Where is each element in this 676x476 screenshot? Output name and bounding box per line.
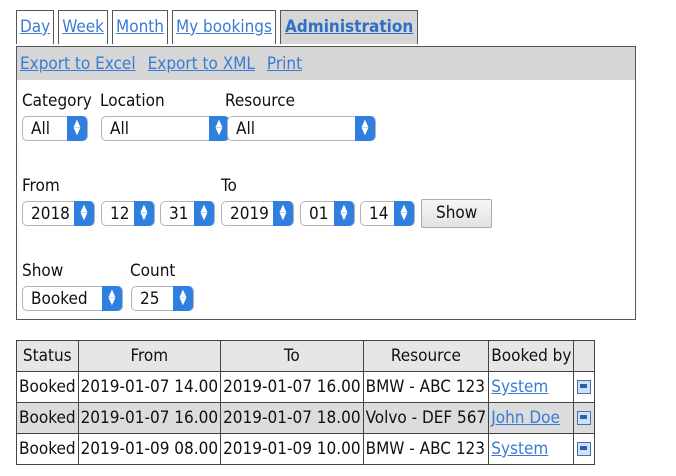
header-resource: Resource	[362, 340, 490, 372]
cell-to: 2019-01-09 10.00	[220, 433, 364, 465]
header-from: From	[77, 340, 222, 372]
location-label: Location	[100, 91, 165, 111]
filter-panel: Category Location Resource All ▲ ▼ All ▲ ▼…	[16, 80, 636, 320]
tab-day[interactable]: Day	[16, 10, 55, 44]
header-status: Status	[16, 340, 79, 372]
to-year-select[interactable]: 2019 ▲ ▼	[221, 201, 294, 226]
cell-from: 2019-01-07 14.00	[77, 371, 222, 403]
table-row: Booked 2019-01-07 14.00 2019-01-07 16.00…	[16, 371, 596, 403]
from-month-value: 12	[110, 204, 130, 224]
booked-by-link[interactable]: John Doe	[491, 408, 560, 428]
header-actions	[573, 340, 596, 372]
cell-status: Booked	[16, 371, 79, 403]
from-year-select[interactable]: 2018 ▲ ▼	[22, 201, 95, 226]
location-select[interactable]: All ▲ ▼	[101, 116, 230, 141]
export-excel-link[interactable]: Export to Excel	[20, 54, 136, 80]
to-month-value: 01	[309, 204, 329, 224]
from-label: From	[22, 176, 60, 196]
chevron-updown-icon: ▲ ▼	[394, 201, 414, 226]
tab-bar: Day Week Month My bookings Administratio…	[16, 10, 419, 44]
tab-my-bookings-link[interactable]: My bookings	[176, 17, 272, 37]
tab-day-link[interactable]: Day	[20, 17, 50, 37]
to-day-value: 14	[369, 204, 389, 224]
chevron-updown-icon: ▲ ▼	[273, 201, 293, 226]
cell-status: Booked	[16, 402, 79, 434]
chevron-updown-icon: ▲ ▼	[194, 201, 214, 226]
to-year-value: 2019	[230, 204, 269, 224]
header-booked-by: Booked by	[488, 340, 575, 372]
tab-my-bookings[interactable]: My bookings	[171, 10, 276, 44]
count-select[interactable]: 25 ▲ ▼	[131, 286, 194, 311]
tab-month[interactable]: Month	[112, 10, 168, 44]
cell-actions	[573, 402, 596, 434]
count-label: Count	[130, 261, 176, 281]
booked-by-link[interactable]: System	[491, 439, 548, 459]
to-label: To	[221, 176, 237, 196]
chevron-updown-icon: ▲ ▼	[134, 201, 154, 226]
show-select-value: Booked	[31, 289, 88, 309]
chevron-updown-icon: ▲ ▼	[67, 116, 87, 141]
chevron-updown-icon: ▲ ▼	[355, 116, 375, 141]
details-icon[interactable]	[577, 380, 592, 394]
show-select[interactable]: Booked ▲ ▼	[22, 286, 123, 311]
chevron-updown-icon: ▲ ▼	[74, 201, 94, 226]
cell-status: Booked	[16, 433, 79, 465]
from-year-value: 2018	[31, 204, 70, 224]
category-select-value: All	[31, 119, 50, 139]
from-day-select[interactable]: 31 ▲ ▼	[160, 201, 215, 226]
table-header-row: Status From To Resource Booked by	[16, 340, 596, 372]
show-button[interactable]: Show	[421, 199, 493, 228]
resource-label: Resource	[225, 91, 296, 111]
category-select[interactable]: All ▲ ▼	[22, 116, 88, 141]
resource-select-value: All	[236, 119, 255, 139]
tab-month-link[interactable]: Month	[116, 17, 164, 37]
chevron-updown-icon: ▲ ▼	[334, 201, 354, 226]
print-link[interactable]: Print	[267, 54, 302, 80]
cell-to: 2019-01-07 16.00	[220, 371, 364, 403]
location-select-value: All	[110, 119, 129, 139]
export-xml-link[interactable]: Export to XML	[148, 54, 255, 80]
category-label: Category	[22, 91, 92, 111]
tab-administration[interactable]: Administration	[279, 10, 419, 44]
cell-booked-by: John Doe	[488, 402, 575, 434]
export-toolbar: Export to Excel Export to XML Print	[16, 46, 636, 81]
cell-to: 2019-01-07 18.00	[220, 402, 364, 434]
show-label: Show	[22, 261, 64, 281]
tab-week-link[interactable]: Week	[62, 17, 104, 37]
cell-booked-by: System	[488, 371, 575, 403]
booked-by-link[interactable]: System	[491, 377, 548, 397]
cell-resource: BMW - ABC 123	[362, 371, 490, 403]
from-day-value: 31	[169, 204, 189, 224]
cell-booked-by: System	[488, 433, 575, 465]
cell-resource: BMW - ABC 123	[362, 433, 490, 465]
cell-from: 2019-01-07 16.00	[77, 402, 222, 434]
tab-week[interactable]: Week	[58, 10, 109, 44]
chevron-updown-icon: ▲ ▼	[173, 286, 193, 311]
from-month-select[interactable]: 12 ▲ ▼	[101, 201, 155, 226]
header-to: To	[220, 340, 364, 372]
chevron-updown-icon: ▲ ▼	[102, 286, 122, 311]
bookings-table: Status From To Resource Booked by Booked…	[16, 340, 596, 465]
to-day-select[interactable]: 14 ▲ ▼	[360, 201, 415, 226]
table-row: Booked 2019-01-09 08.00 2019-01-09 10.00…	[16, 433, 596, 465]
tab-administration-link[interactable]: Administration	[285, 17, 413, 37]
resource-select[interactable]: All ▲ ▼	[227, 116, 376, 141]
cell-actions	[573, 433, 596, 465]
to-month-select[interactable]: 01 ▲ ▼	[300, 201, 355, 226]
cell-from: 2019-01-09 08.00	[77, 433, 222, 465]
chevron-updown-icon: ▲ ▼	[209, 116, 229, 141]
count-select-value: 25	[140, 289, 160, 309]
details-icon[interactable]	[577, 411, 592, 425]
cell-resource: Volvo - DEF 567	[362, 402, 490, 434]
table-row: Booked 2019-01-07 16.00 2019-01-07 18.00…	[16, 402, 596, 434]
cell-actions	[573, 371, 596, 403]
details-icon[interactable]	[577, 442, 592, 456]
